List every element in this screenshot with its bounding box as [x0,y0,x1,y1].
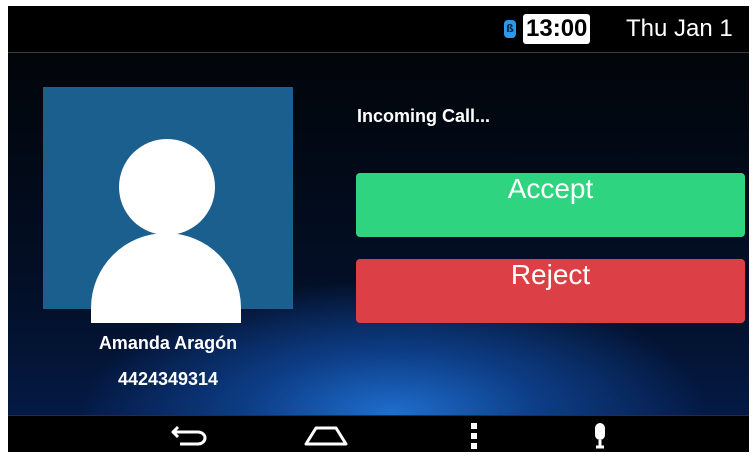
caller-name: Amanda Aragón [98,333,238,353]
date: Thu Jan 1 [626,15,733,42]
incoming-call-panel: Amanda Aragón 4424349314 Incoming Call..… [8,53,749,415]
call-status-text: Incoming Call... [357,106,491,126]
accept-button[interactable]: Accept [356,173,745,237]
person-icon-body [91,233,241,323]
microphone-button[interactable] [570,416,630,452]
screen: ß 13:00 Thu Jan 1 Amanda Aragón 44243493… [8,6,749,452]
menu-icon [471,423,477,449]
back-button[interactable] [160,416,220,452]
home-button[interactable] [296,416,356,452]
back-icon [171,425,207,446]
status-bar: ß 13:00 Thu Jan 1 [8,6,749,53]
caller-number: 4424349314 [117,369,219,389]
menu-button[interactable] [444,416,504,452]
navigation-bar [8,415,749,452]
caller-avatar [43,87,293,323]
microphone-icon [595,423,605,449]
clock: 13:00 [523,14,591,44]
reject-button[interactable]: Reject [356,259,745,323]
person-icon-head [119,139,215,235]
home-icon [304,426,348,446]
bluetooth-icon: ß [504,20,516,38]
